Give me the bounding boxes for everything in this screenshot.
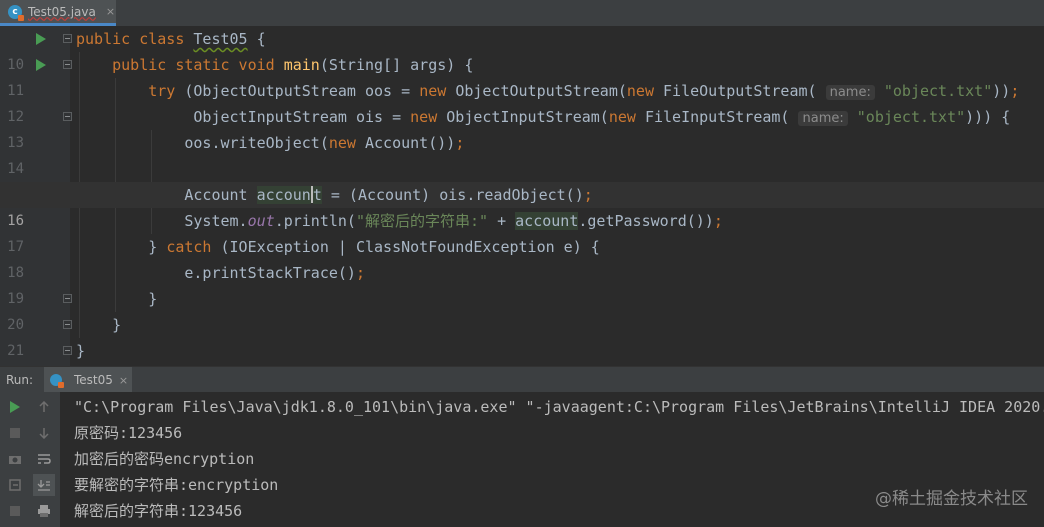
run-tab-label: Test05 <box>74 373 113 387</box>
console-line: 解密后的字符串:123456 <box>74 502 243 520</box>
exit-icon[interactable] <box>4 500 26 522</box>
camera-icon[interactable] <box>4 448 26 470</box>
settings-icon[interactable] <box>4 474 26 496</box>
scroll-down-icon[interactable] <box>33 422 55 444</box>
code-line: 15 <box>0 156 1044 203</box>
code-line: 14 oos.writeObject(new Account()); <box>0 130 1044 177</box>
soft-wrap-icon[interactable] <box>33 448 55 470</box>
code-text: System.out.println("解密后的字符串:" + account.… <box>76 212 723 230</box>
code-editor[interactable]: 10 public class Test05 { 11 public stati… <box>0 26 1044 385</box>
fold-icon[interactable] <box>63 112 72 121</box>
parameter-hint: name: <box>798 111 848 126</box>
editor-tab-test05[interactable]: c Test05.java × <box>0 0 116 26</box>
console-line: 加密后的密码encryption <box>74 450 255 468</box>
fold-icon[interactable] <box>63 346 72 355</box>
code-line: 19 e.printStackTrace(); <box>0 260 1044 307</box>
run-console[interactable]: "C:\Program Files\Java\jdk1.8.0_101\bin\… <box>0 392 1044 527</box>
code-text: try (ObjectOutputStream oos = new Object… <box>148 82 1020 100</box>
run-config-icon <box>50 374 64 388</box>
run-toolbar <box>0 392 60 527</box>
fold-icon[interactable] <box>63 34 72 43</box>
watermark: @稀土掘金技术社区 <box>875 489 1028 509</box>
code-line: 21 } <box>0 312 1044 359</box>
code-text: } <box>76 290 158 308</box>
code-line: 17 System.out.println("解密后的字符串:" + accou… <box>0 208 1044 255</box>
run-gutter-icon[interactable] <box>36 33 46 45</box>
code-text: } <box>76 342 86 360</box>
close-icon[interactable]: × <box>119 374 128 387</box>
print-icon[interactable] <box>33 500 55 522</box>
fold-icon[interactable] <box>63 320 72 329</box>
fold-icon[interactable] <box>63 294 72 303</box>
run-gutter-icon[interactable] <box>36 59 46 71</box>
code-text: Account accoun t = (Account) ois.readObje… <box>76 185 593 204</box>
code-text: } catch (IOException | ClassNotFoundExce… <box>76 238 600 256</box>
run-tab-test05[interactable]: Test05 × <box>44 367 132 393</box>
code-text: } <box>76 316 122 334</box>
code-text: ObjectInputStream ois = new ObjectInputS… <box>76 108 1011 126</box>
java-class-icon: c <box>8 4 24 21</box>
code-text: public static void main(String[] args) { <box>112 56 474 74</box>
rerun-icon[interactable] <box>4 396 26 418</box>
console-line: "C:\Program Files\Java\jdk1.8.0_101\bin\… <box>74 398 1044 416</box>
close-icon[interactable]: × <box>106 5 115 18</box>
stop-icon[interactable] <box>4 422 26 444</box>
editor-tab-label: Test05.java <box>28 4 96 19</box>
code-text: oos.writeObject(new Account()); <box>76 134 465 152</box>
editor-tab-bar: c Test05.java × <box>0 0 1044 27</box>
fold-icon[interactable] <box>63 60 72 69</box>
code-text: public class Test05 { <box>76 30 266 48</box>
string-literal: "object.txt" <box>856 108 966 126</box>
run-tool-window-header: Run: Test05 × <box>0 366 1044 393</box>
string-literal: "解密后的字符串:" <box>355 212 489 230</box>
console-line: 原密码:123456 <box>74 424 183 442</box>
code-line: 20 } <box>0 286 1044 333</box>
code-line-current: 16 Account accoun t = (Account) ois.readO… <box>0 182 1044 229</box>
string-literal: "object.txt" <box>883 82 993 100</box>
parameter-hint: name: <box>825 85 875 100</box>
code-line: 22 } <box>0 338 1044 385</box>
code-line: 10 public class Test05 { <box>0 26 1044 73</box>
code-line: 11 public static void main(String[] args… <box>0 52 1044 99</box>
code-text: e.printStackTrace(); <box>76 264 365 282</box>
code-line: 18 } catch (IOException | ClassNotFoundE… <box>0 234 1044 281</box>
scroll-to-end-icon[interactable] <box>33 474 55 496</box>
code-line: 13 ObjectInputStream ois = new ObjectInp… <box>0 104 1044 151</box>
console-line: 要解密的字符串:encryption <box>74 476 279 494</box>
scroll-up-icon[interactable] <box>33 396 55 418</box>
code-line: 12 try (ObjectOutputStream oos = new Obj… <box>0 78 1044 125</box>
run-label: Run: <box>6 373 34 387</box>
